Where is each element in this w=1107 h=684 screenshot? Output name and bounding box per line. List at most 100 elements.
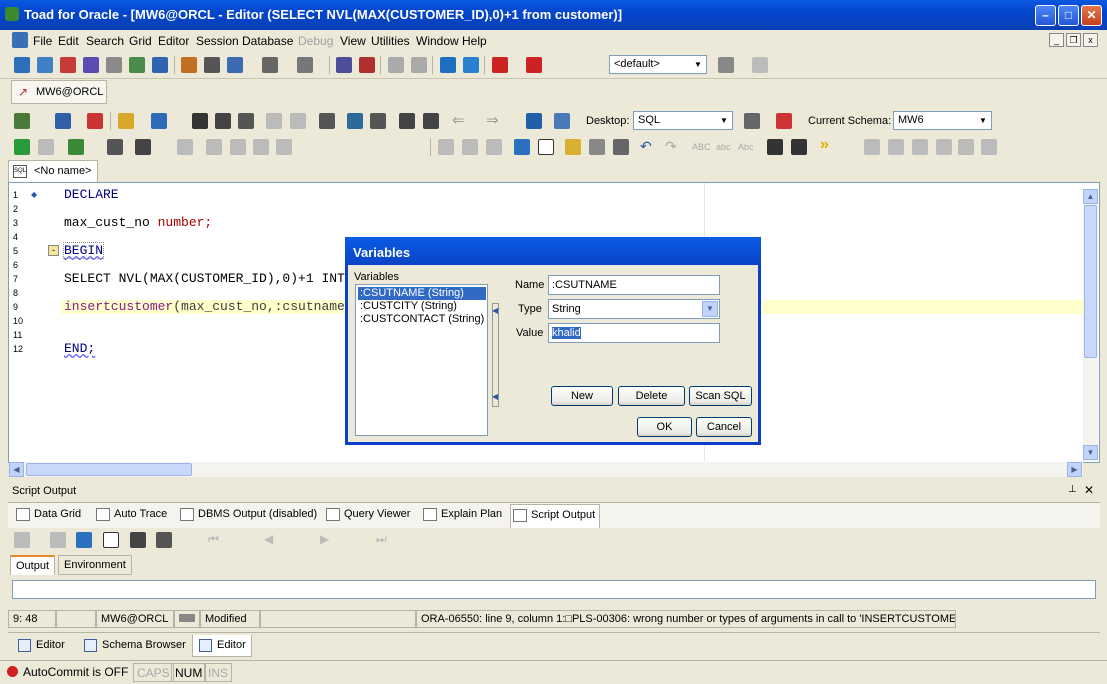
window-tab-schema-browser[interactable]: Schema Browser [78, 635, 191, 657]
first-icon[interactable]: ⏮ [208, 532, 219, 547]
compile-icon[interactable] [177, 139, 193, 155]
save-all-icon[interactable] [238, 113, 254, 129]
menu-grid[interactable]: Grid [129, 34, 152, 48]
record-icon[interactable] [958, 139, 974, 155]
tab-explain-plan[interactable]: Explain Plan [421, 508, 502, 521]
cut-icon[interactable] [438, 139, 454, 155]
ok-button[interactable]: OK [637, 417, 692, 437]
project-icon[interactable] [83, 57, 99, 73]
format-icon[interactable] [347, 113, 363, 129]
undo-icon[interactable]: ↶ [640, 138, 652, 155]
stop-execution-icon[interactable] [38, 139, 54, 155]
sga-icon[interactable] [181, 57, 197, 73]
copy-output-icon[interactable] [50, 532, 66, 548]
comment-icon[interactable] [864, 139, 880, 155]
close-button[interactable]: ✕ [1081, 5, 1102, 26]
schema-combo[interactable]: MW6 ▼ [893, 111, 992, 130]
redo-icon[interactable]: ↷ [665, 138, 677, 155]
cut-disabled-icon[interactable] [266, 113, 282, 129]
macro-icon[interactable] [936, 139, 952, 155]
tab-environment[interactable]: Environment [58, 555, 132, 575]
layout-icon[interactable] [718, 57, 734, 73]
forward-arrow-icon[interactable]: ⇒ [486, 111, 499, 129]
connection-tab[interactable]: ↗ MW6@ORCL [11, 80, 107, 104]
sql-icon[interactable] [106, 57, 122, 73]
menu-help[interactable]: Help [462, 34, 487, 48]
select-output-icon[interactable] [76, 532, 92, 548]
fast-forward-icon[interactable]: » [820, 136, 829, 154]
menu-session[interactable]: Session [196, 34, 239, 48]
mdi-minimize-button[interactable]: _ [1049, 33, 1064, 47]
save-as-icon[interactable] [215, 113, 231, 129]
copy-icon[interactable] [462, 139, 478, 155]
autocommit-status[interactable]: AutoCommit is OFF [23, 665, 128, 679]
value-input[interactable]: khalid [548, 323, 720, 343]
mdi-close-button[interactable]: x [1083, 33, 1098, 47]
uppercase-icon[interactable]: ABC [692, 142, 711, 152]
playback-icon[interactable] [981, 139, 997, 155]
menu-edit[interactable]: Edit [58, 34, 79, 48]
editor-vertical-scrollbar[interactable]: ▲ ▼ [1083, 189, 1098, 461]
print-icon[interactable] [319, 113, 335, 129]
save-icon[interactable] [192, 113, 208, 129]
gear-icon[interactable] [388, 57, 404, 73]
pin-icon[interactable]: ⊥ [1068, 484, 1077, 495]
menu-database[interactable]: Database [242, 34, 293, 48]
connect-icon[interactable] [492, 57, 508, 73]
sql-dropdown-icon[interactable] [55, 113, 71, 129]
print-setup-icon[interactable] [297, 57, 313, 73]
menu-editor[interactable]: Editor [158, 34, 189, 48]
tab-script-output[interactable]: Script Output [510, 504, 601, 529]
bookmark-icon[interactable] [554, 113, 570, 129]
highlight-icon[interactable] [565, 139, 581, 155]
mdi-restore-button[interactable]: ❐ [1066, 33, 1081, 47]
capitalize-icon[interactable]: Abc [738, 142, 754, 152]
goto-icon[interactable] [526, 113, 542, 129]
list-item[interactable]: :CSUTNAME (String) [358, 287, 486, 300]
editor-horizontal-scrollbar[interactable]: ◀ ▶ [9, 462, 1083, 477]
tools-icon[interactable] [204, 57, 220, 73]
load-icon[interactable] [151, 113, 167, 129]
close-icon[interactable]: ✕ [1084, 483, 1094, 497]
clipboard-icon[interactable] [262, 57, 278, 73]
maximize-button[interactable]: □ [1058, 5, 1079, 26]
tab-data-grid[interactable]: Data Grid [14, 508, 81, 521]
scroll-up-icon[interactable]: ▲ [1083, 189, 1098, 204]
new-doc-icon[interactable] [538, 139, 554, 155]
window-tab-editor-active[interactable]: Editor [192, 635, 252, 657]
scroll-thumb[interactable] [1084, 205, 1097, 358]
schema-browser-icon[interactable] [37, 57, 53, 73]
open-file-icon[interactable] [118, 113, 134, 129]
grid-icon[interactable] [370, 113, 386, 129]
prev-icon[interactable]: ◀ [264, 532, 273, 546]
paste-icon[interactable] [486, 139, 502, 155]
save-output-icon[interactable] [130, 532, 146, 548]
desktop-manage-icon[interactable] [744, 113, 760, 129]
clear-icon[interactable] [14, 532, 30, 548]
explain-plan-icon[interactable] [107, 139, 123, 155]
collapse-icon[interactable]: - [48, 245, 59, 256]
sql-modeler-icon[interactable] [60, 57, 76, 73]
find-icon[interactable] [589, 139, 605, 155]
menu-view[interactable]: View [340, 34, 366, 48]
next-icon[interactable]: ▶ [320, 532, 329, 546]
scroll-left-icon[interactable]: ◀ [9, 462, 24, 477]
minimize-button[interactable]: – [1035, 5, 1056, 26]
close-connection-icon[interactable] [87, 113, 103, 129]
scroll-down-icon[interactable]: ▼ [1083, 445, 1098, 460]
new-output-icon[interactable] [103, 532, 119, 548]
splitter-handle[interactable]: ◀ ◀ [492, 303, 499, 407]
indent-icon[interactable] [767, 139, 783, 155]
select-all-icon[interactable] [514, 139, 530, 155]
desktop-combo[interactable]: SQL ▼ [633, 111, 733, 130]
menu-window[interactable]: Window [416, 34, 459, 48]
scan-sql-button[interactable]: Scan SQL [689, 386, 752, 406]
step-over-icon[interactable] [230, 139, 246, 155]
tab-dbms-output[interactable]: DBMS Output (disabled) [178, 508, 317, 521]
run-to-cursor-icon[interactable] [276, 139, 292, 155]
tab-output[interactable]: Output [10, 555, 56, 575]
sql-format-icon[interactable] [399, 113, 415, 129]
variables-list[interactable]: :CSUTNAME (String) :CUSTCITY (String) :C… [355, 284, 488, 436]
uncomment-icon[interactable] [888, 139, 904, 155]
copy-disabled-icon[interactable] [290, 113, 306, 129]
